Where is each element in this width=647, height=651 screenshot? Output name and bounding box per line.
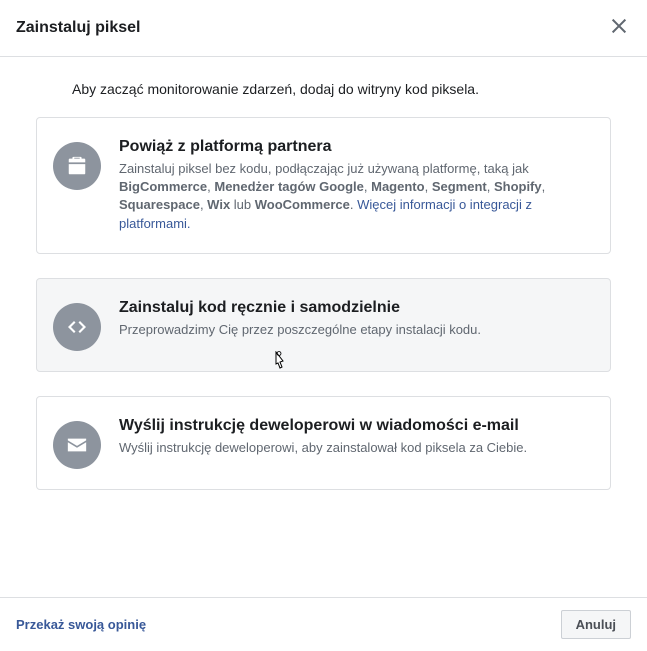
option-email[interactable]: Wyślij instrukcję deweloperowi w wiadomo…: [36, 396, 611, 490]
option-partner-title: Powiąż z platformą partnera: [119, 138, 590, 156]
option-email-title: Wyślij instrukcję deweloperowi w wiadomo…: [119, 417, 590, 435]
cancel-button[interactable]: Anuluj: [561, 610, 631, 639]
option-partner-content: Powiąż z platformą partnera Zainstaluj p…: [119, 138, 590, 233]
modal-footer: Przekaż swoją opinię Anuluj: [0, 597, 647, 651]
code-icon: [53, 303, 101, 351]
feedback-link[interactable]: Przekaż swoją opinię: [16, 617, 146, 632]
option-partner[interactable]: Powiąż z platformą partnera Zainstaluj p…: [36, 117, 611, 254]
option-manual-desc: Przeprowadzimy Cię przez poszczególne et…: [119, 321, 590, 339]
mail-icon: [53, 421, 101, 469]
modal-title: Zainstaluj piksel: [16, 19, 140, 37]
option-partner-desc: Zainstaluj piksel bez kodu, podłączając …: [119, 160, 590, 233]
shopping-bag-icon: [53, 142, 101, 190]
option-email-content: Wyślij instrukcję deweloperowi w wiadomo…: [119, 417, 590, 469]
close-button[interactable]: [607, 14, 631, 42]
close-icon: [611, 17, 627, 39]
option-manual[interactable]: Zainstaluj kod ręcznie i samodzielnie Pr…: [36, 278, 611, 372]
intro-text: Aby zacząć monitorowanie zdarzeń, dodaj …: [36, 81, 611, 97]
option-manual-content: Zainstaluj kod ręcznie i samodzielnie Pr…: [119, 299, 590, 351]
modal-body: Aby zacząć monitorowanie zdarzeń, dodaj …: [0, 57, 647, 510]
option-manual-title: Zainstaluj kod ręcznie i samodzielnie: [119, 299, 590, 317]
modal-header: Zainstaluj piksel: [0, 0, 647, 57]
option-email-desc: Wyślij instrukcję deweloperowi, aby zain…: [119, 439, 590, 457]
